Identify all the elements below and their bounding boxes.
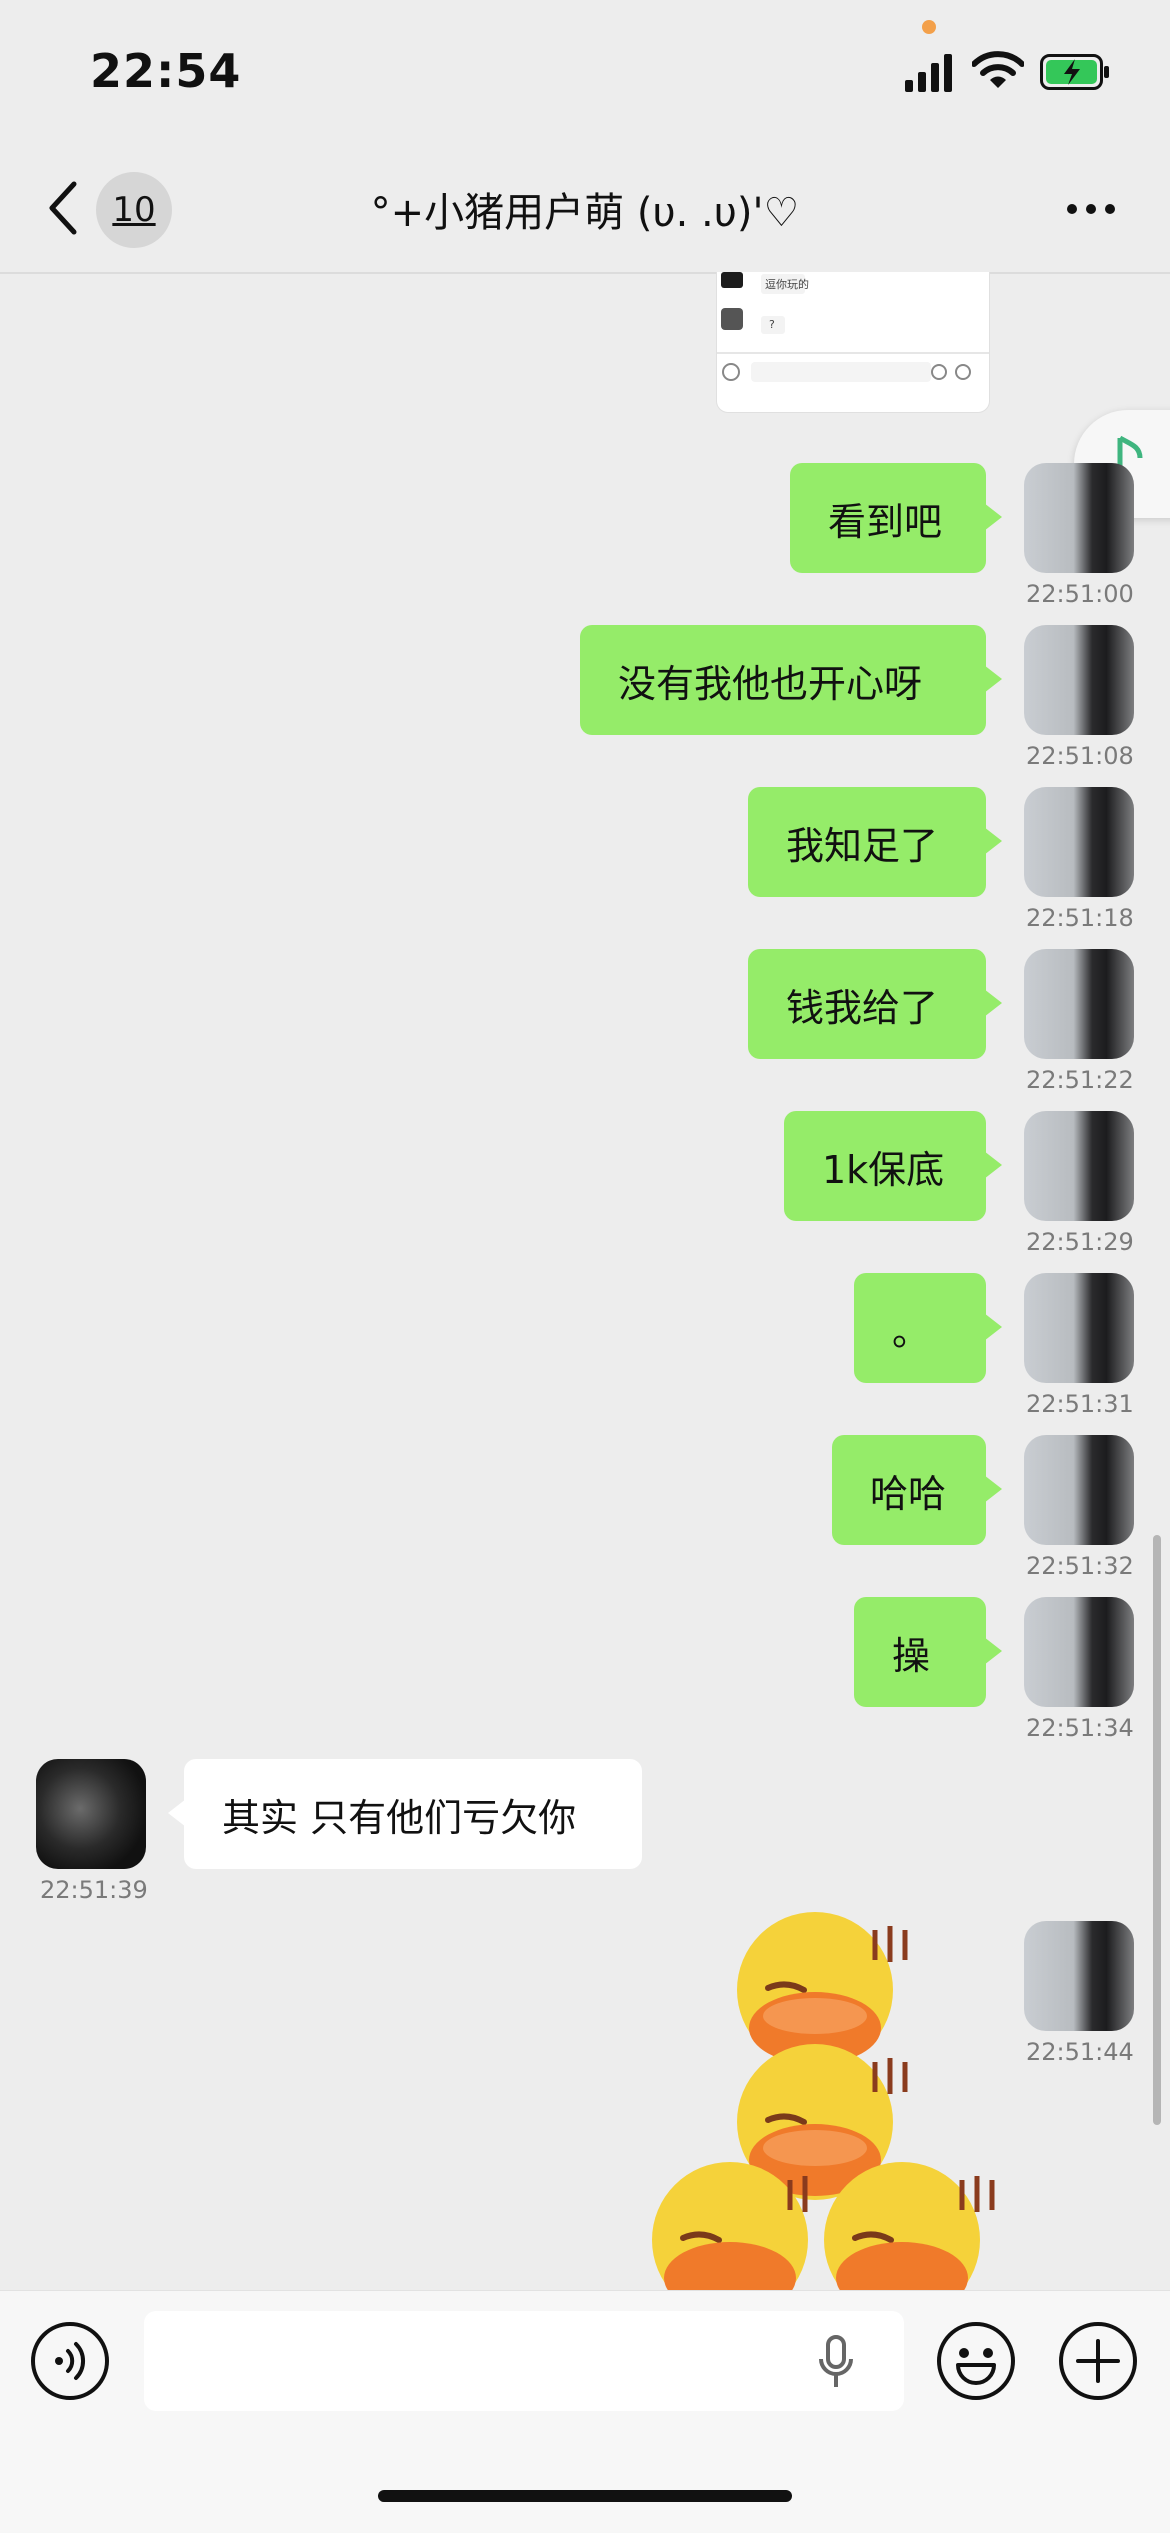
message-timestamp: 22:51:22: [1026, 1066, 1134, 1094]
home-indicator[interactable]: [378, 2490, 792, 2502]
avatar-contact[interactable]: [36, 1759, 146, 1869]
message-bubble-sent[interactable]: 钱我给了: [748, 949, 1002, 1059]
avatar[interactable]: [1024, 1921, 1134, 2031]
message-bubble-sent[interactable]: 1k保底: [784, 1111, 1002, 1221]
unread-count-badge[interactable]: 10: [96, 172, 172, 248]
message-bubble-received[interactable]: 其实 只有他们亏欠你: [168, 1759, 642, 1869]
message-timestamp: 22:51:32: [1026, 1552, 1134, 1580]
unread-count: 10: [112, 190, 156, 230]
back-chevron-icon[interactable]: [44, 178, 84, 238]
more-options-icon[interactable]: [1066, 202, 1116, 216]
chat-header: 10 °+小猪用户萌 (υ. .υ)'♡: [0, 148, 1170, 274]
message-text-input[interactable]: [144, 2311, 904, 2411]
screenshot-image-message[interactable]: 逗你玩的 ?: [716, 272, 990, 413]
privacy-indicator-dot: [922, 20, 936, 34]
message-timestamp: 22:51:39: [40, 1876, 148, 1904]
add-attachment-icon[interactable]: [1058, 2321, 1138, 2401]
avatar[interactable]: [1024, 949, 1134, 1059]
microphone-icon[interactable]: [816, 2333, 856, 2393]
avatar[interactable]: [1024, 1273, 1134, 1383]
message-timestamp: 22:51:34: [1026, 1714, 1134, 1742]
message-timestamp: 22:51:08: [1026, 742, 1134, 770]
chat-title: °+小猪用户萌 (υ. .υ)'♡: [370, 190, 800, 236]
message-bubble-sent[interactable]: 没有我他也开心呀: [580, 625, 1002, 735]
duck-sticker-image[interactable]: [650, 1910, 1000, 2290]
avatar[interactable]: [1024, 787, 1134, 897]
message-timestamp: 22:51:31: [1026, 1390, 1134, 1418]
avatar[interactable]: [1024, 1111, 1134, 1221]
message-timestamp: 22:51:18: [1026, 904, 1134, 932]
scrollbar[interactable]: [1153, 1535, 1161, 2125]
message-timestamp: 22:51:29: [1026, 1228, 1134, 1256]
message-timestamp: 22:51:44: [1026, 2038, 1134, 2066]
avatar[interactable]: [1024, 1597, 1134, 1707]
screenshot-thumbnail-graphic: [717, 272, 989, 382]
avatar[interactable]: [1024, 1435, 1134, 1545]
avatar[interactable]: [1024, 625, 1134, 735]
voice-mode-icon[interactable]: [30, 2321, 110, 2401]
thumbnail-message-2: ?: [769, 318, 775, 331]
emoji-icon[interactable]: [936, 2321, 1016, 2401]
message-bubble-sent[interactable]: 看到吧: [790, 463, 1002, 573]
message-bubble-sent[interactable]: 。: [854, 1273, 1002, 1383]
message-bubble-sent[interactable]: 操: [854, 1597, 1002, 1707]
battery-charging-icon: [1040, 54, 1109, 90]
thumbnail-message-1: 逗你玩的: [765, 278, 809, 291]
avatar[interactable]: [1024, 463, 1134, 573]
cellular-signal-icon: [905, 54, 952, 92]
message-bubble-sent[interactable]: 哈哈: [832, 1435, 1002, 1545]
wifi-icon: [972, 51, 1024, 88]
status-time: 22:54: [90, 44, 242, 98]
message-bubble-sent[interactable]: 我知足了: [748, 787, 1002, 897]
message-timestamp: 22:51:00: [1026, 580, 1134, 608]
